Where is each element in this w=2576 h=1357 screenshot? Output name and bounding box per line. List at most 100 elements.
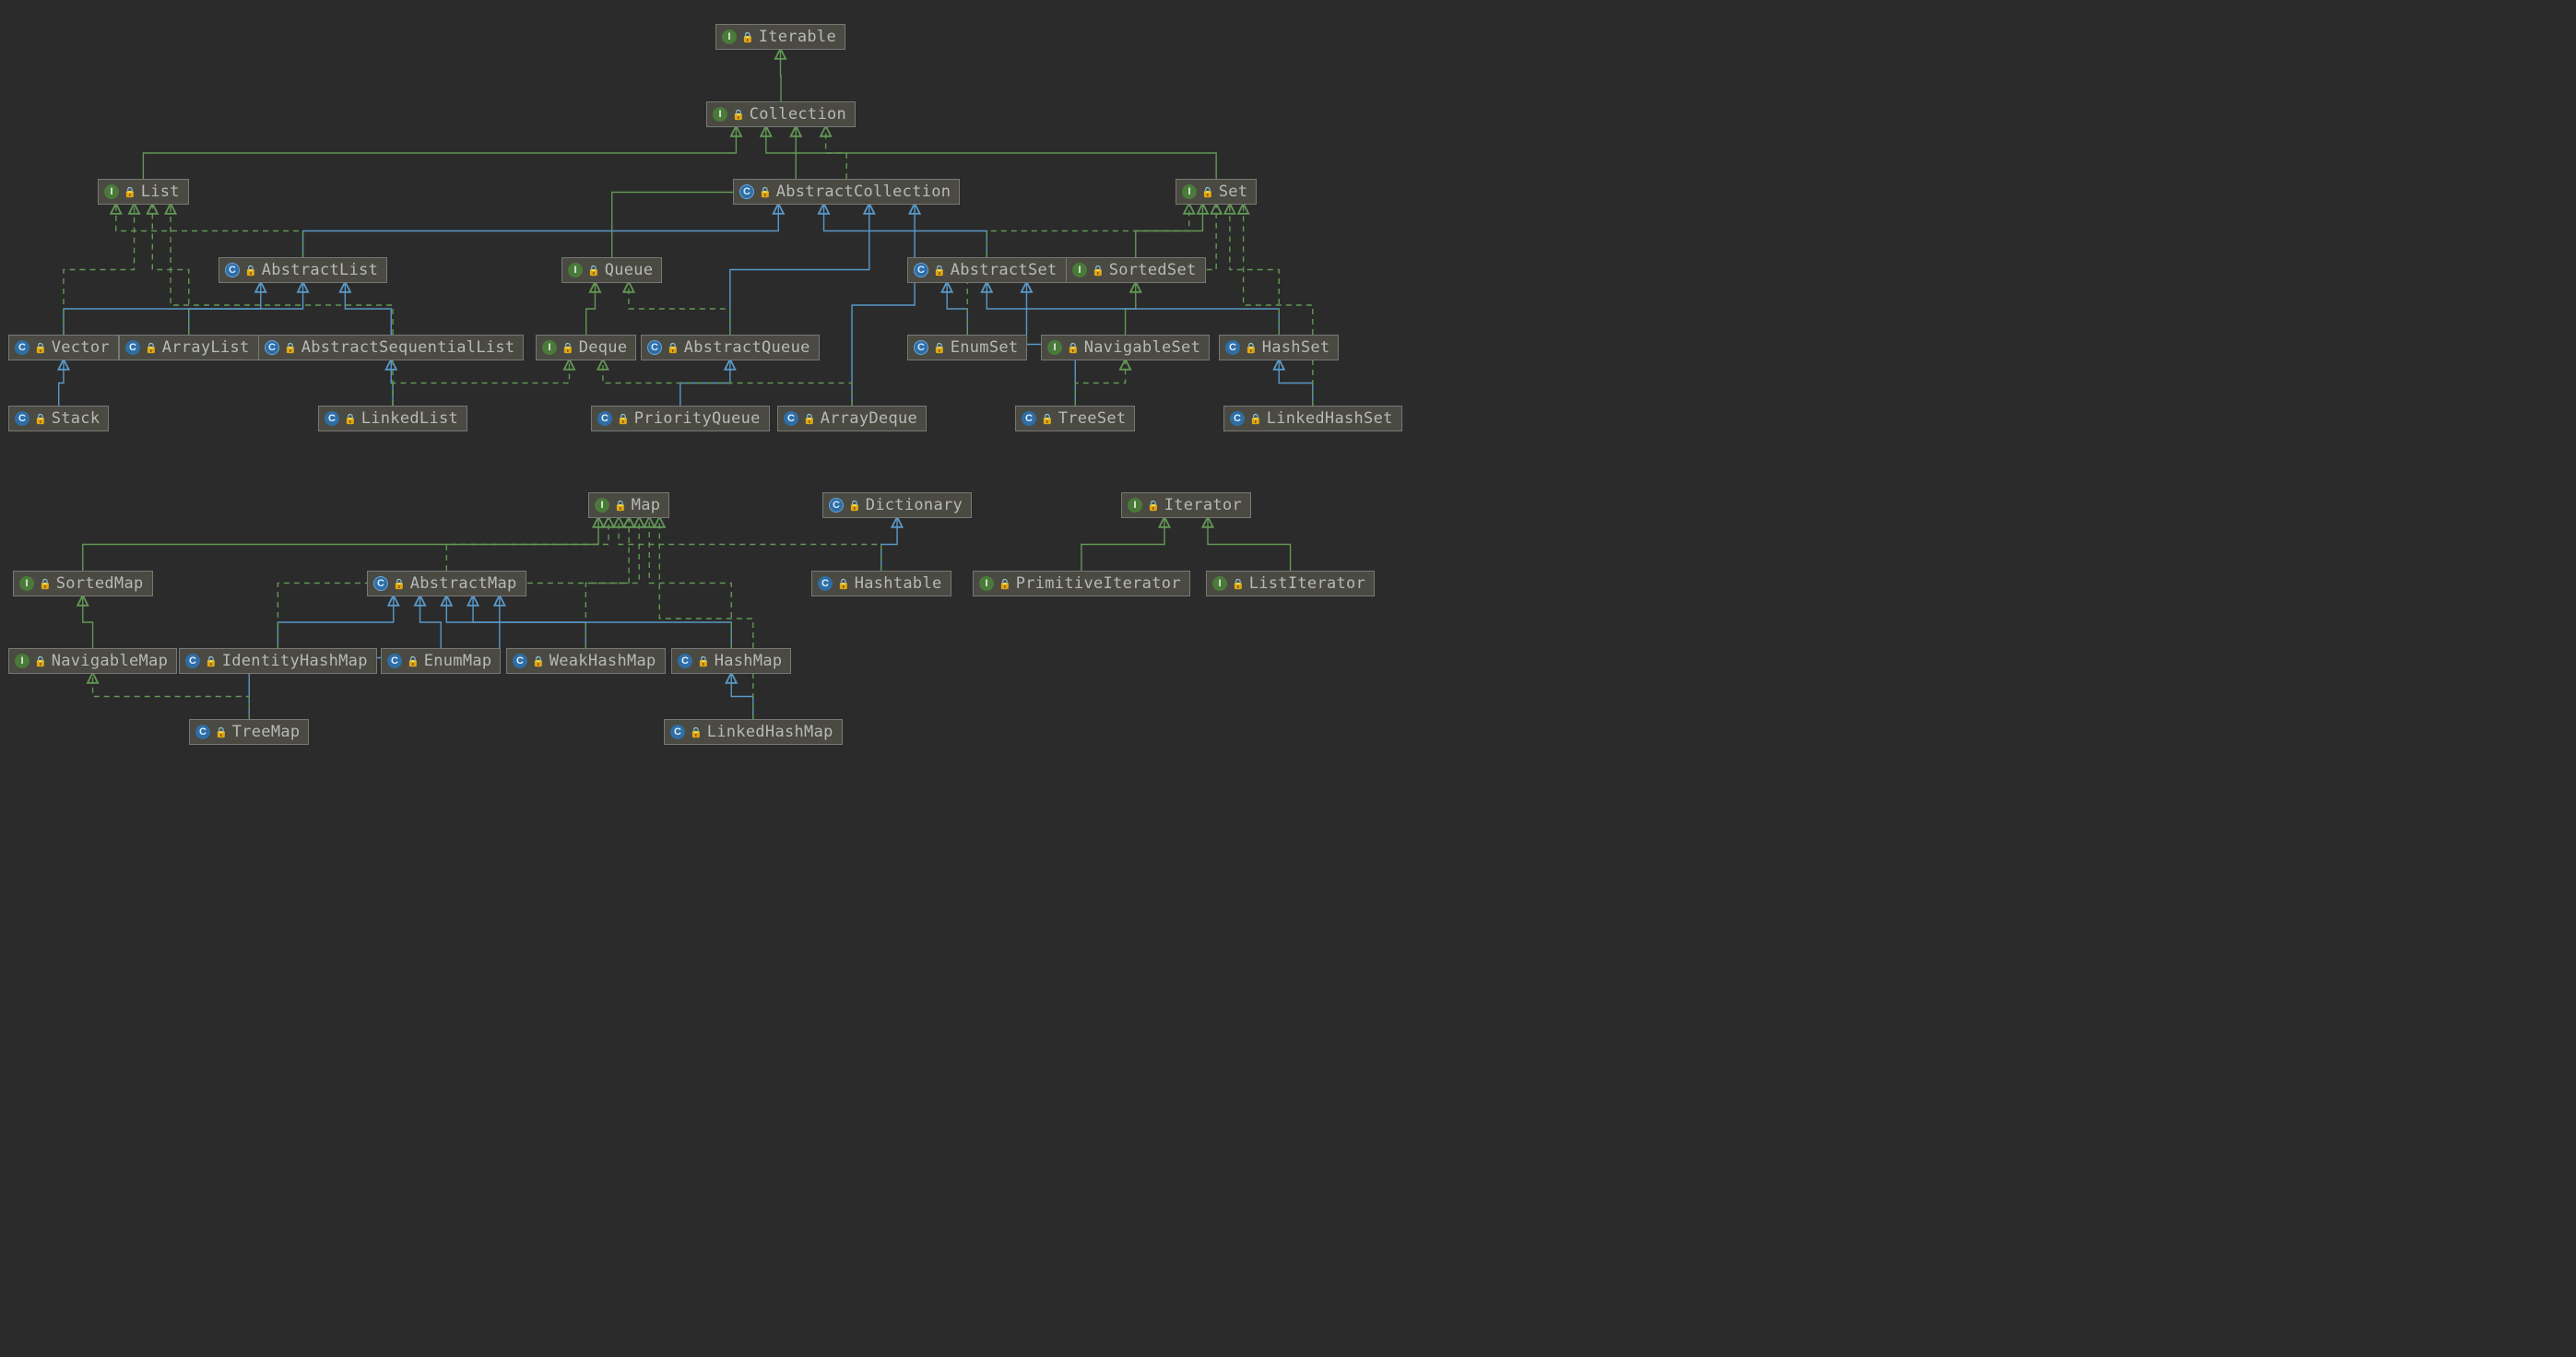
node-ListIterator[interactable]: I🔒ListIterator xyxy=(1206,571,1375,596)
node-label: NavigableSet xyxy=(1084,338,1200,357)
node-Map[interactable]: I🔒Map xyxy=(588,492,669,518)
node-ArrayDeque[interactable]: C🔒ArrayDeque xyxy=(777,406,927,431)
node-LinkedHashSet[interactable]: C🔒LinkedHashSet xyxy=(1223,406,1402,431)
lock-icon: 🔒 xyxy=(617,414,630,424)
edge-ArrayList-to-List xyxy=(152,205,188,335)
node-label: Collection xyxy=(750,105,846,124)
lock-icon: 🔒 xyxy=(1249,414,1262,424)
node-label: AbstractMap xyxy=(410,574,517,593)
node-IdentityHashMap[interactable]: C🔒IdentityHashMap xyxy=(179,648,377,674)
node-label: Set xyxy=(1219,183,1248,201)
node-label: PriorityQueue xyxy=(634,409,761,428)
lock-icon: 🔒 xyxy=(1232,579,1245,589)
node-AbstractSet[interactable]: C🔒AbstractSet xyxy=(907,257,1067,283)
edge-NavigableSet-to-SortedSet xyxy=(1126,283,1136,335)
node-List[interactable]: I🔒List xyxy=(98,179,189,205)
lock-icon: 🔒 xyxy=(344,414,357,424)
class-icon: C xyxy=(15,411,30,426)
node-label: EnumMap xyxy=(424,652,492,670)
edge-HashMap-to-AbstractMap xyxy=(473,596,731,648)
lock-icon: 🔒 xyxy=(393,579,406,589)
lock-icon: 🔒 xyxy=(34,656,47,667)
interface-icon: I xyxy=(542,340,557,355)
lock-icon: 🔒 xyxy=(933,343,946,353)
edge-ArrayDeque-to-Deque xyxy=(603,360,852,406)
node-SortedMap[interactable]: I🔒SortedMap xyxy=(13,571,153,596)
edge-Deque-to-Queue xyxy=(586,283,596,335)
node-EnumSet[interactable]: C🔒EnumSet xyxy=(907,335,1027,360)
edge-AbstractSet-to-AbstractCollection xyxy=(824,205,987,257)
lock-icon: 🔒 xyxy=(933,266,946,276)
node-AbstractSequentialList[interactable]: C🔒AbstractSequentialList xyxy=(258,335,524,360)
lock-icon: 🔒 xyxy=(741,32,754,42)
interface-icon: I xyxy=(1047,340,1062,355)
edge-Vector-to-AbstractList xyxy=(64,283,261,335)
node-AbstractCollection[interactable]: C🔒AbstractCollection xyxy=(733,179,960,205)
edge-AbstractQueue-to-Queue xyxy=(629,283,730,335)
node-label: LinkedHashSet xyxy=(1267,409,1393,428)
interface-icon: I xyxy=(1128,498,1142,513)
edge-AbstractSequentialList-to-AbstractList xyxy=(345,283,391,335)
node-LinkedHashMap[interactable]: C🔒LinkedHashMap xyxy=(664,719,843,745)
edge-Set-to-Collection xyxy=(766,127,1216,179)
node-PriorityQueue[interactable]: C🔒PriorityQueue xyxy=(591,406,770,431)
class-icon: C xyxy=(784,411,798,426)
node-AbstractMap[interactable]: C🔒AbstractMap xyxy=(367,571,526,596)
node-NavigableSet[interactable]: I🔒NavigableSet xyxy=(1041,335,1210,360)
node-SortedSet[interactable]: I🔒SortedSet xyxy=(1066,257,1206,283)
node-Iterator[interactable]: I🔒Iterator xyxy=(1121,492,1251,518)
abstract-icon: C xyxy=(265,340,279,355)
lock-icon: 🔒 xyxy=(848,501,861,511)
node-label: Stack xyxy=(52,409,100,428)
node-label: Vector xyxy=(52,338,110,357)
node-AbstractQueue[interactable]: C🔒AbstractQueue xyxy=(641,335,820,360)
class-icon: C xyxy=(513,654,527,668)
node-HashMap[interactable]: C🔒HashMap xyxy=(671,648,791,674)
lock-icon: 🔒 xyxy=(1201,187,1214,197)
node-TreeSet[interactable]: C🔒TreeSet xyxy=(1015,406,1135,431)
lock-icon: 🔒 xyxy=(667,343,679,353)
lock-icon: 🔒 xyxy=(837,579,850,589)
node-NavigableMap[interactable]: I🔒NavigableMap xyxy=(8,648,177,674)
interface-icon: I xyxy=(1072,263,1087,277)
lock-icon: 🔒 xyxy=(215,727,228,738)
node-Dictionary[interactable]: C🔒Dictionary xyxy=(822,492,972,518)
interface-icon: I xyxy=(722,30,737,44)
diagram-canvas[interactable]: I🔒IterableI🔒CollectionI🔒ListC🔒AbstractCo… xyxy=(0,0,1398,760)
lock-icon: 🔒 xyxy=(561,343,574,353)
abstract-icon: C xyxy=(914,263,928,277)
lock-icon: 🔒 xyxy=(39,579,52,589)
abstract-icon: C xyxy=(829,498,844,513)
node-Vector[interactable]: C🔒Vector xyxy=(8,335,119,360)
node-Queue[interactable]: I🔒Queue xyxy=(561,257,662,283)
lock-icon: 🔒 xyxy=(407,656,419,667)
node-AbstractList[interactable]: C🔒AbstractList xyxy=(219,257,387,283)
node-PrimitiveIterator[interactable]: I🔒PrimitiveIterator xyxy=(973,571,1190,596)
lock-icon: 🔒 xyxy=(697,656,710,667)
interface-icon: I xyxy=(713,107,727,122)
lock-icon: 🔒 xyxy=(1092,266,1105,276)
node-Stack[interactable]: C🔒Stack xyxy=(8,406,109,431)
edge-Collection-to-Iterable xyxy=(780,50,781,101)
node-TreeMap[interactable]: C🔒TreeMap xyxy=(189,719,309,745)
node-Deque[interactable]: I🔒Deque xyxy=(536,335,636,360)
edge-Hashtable-to-Map xyxy=(619,518,881,571)
node-HashSet[interactable]: C🔒HashSet xyxy=(1219,335,1339,360)
class-icon: C xyxy=(325,411,339,426)
lock-icon: 🔒 xyxy=(1041,414,1054,424)
node-LinkedList[interactable]: C 🔒 LinkedList xyxy=(318,406,467,431)
node-Set[interactable]: I🔒Set xyxy=(1176,179,1257,205)
edge-LinkedHashSet-to-HashSet xyxy=(1279,360,1313,406)
node-Iterable[interactable]: I🔒Iterable xyxy=(715,24,845,50)
edge-AbstractMap-to-Map xyxy=(446,518,609,571)
class-icon: C xyxy=(1022,411,1036,426)
node-Hashtable[interactable]: C🔒Hashtable xyxy=(811,571,951,596)
edge-WeakHashMap-to-AbstractMap xyxy=(446,596,585,648)
node-Collection[interactable]: I🔒Collection xyxy=(706,101,856,127)
node-EnumMap[interactable]: C🔒EnumMap xyxy=(381,648,501,674)
node-label: LinkedList xyxy=(361,409,458,428)
node-ArrayList[interactable]: C🔒ArrayList xyxy=(119,335,259,360)
node-WeakHashMap[interactable]: C🔒WeakHashMap xyxy=(506,648,666,674)
node-label: Iterator xyxy=(1164,496,1242,514)
abstract-icon: C xyxy=(914,340,928,355)
